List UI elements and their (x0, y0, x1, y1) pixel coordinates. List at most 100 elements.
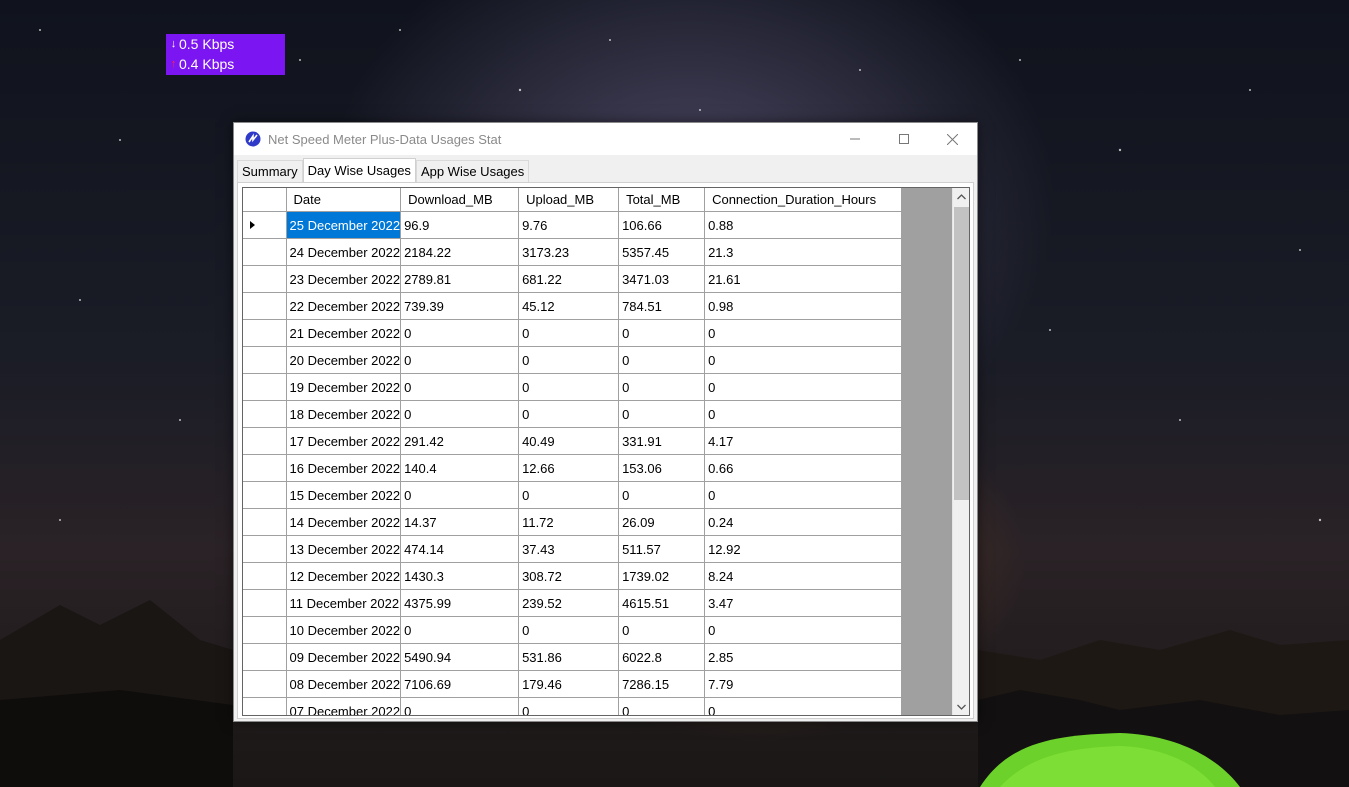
row-header[interactable] (243, 589, 287, 617)
cell-date[interactable]: 16 December 2022 (285, 454, 402, 482)
cell-upload[interactable]: 0 (518, 481, 620, 509)
cell-total[interactable]: 26.09 (618, 508, 706, 536)
scroll-thumb[interactable] (954, 207, 969, 500)
cell-duration[interactable]: 0 (704, 373, 903, 401)
table-row[interactable]: 15 December 2022 0 0 0 0 (243, 481, 903, 509)
table-row[interactable]: 11 December 2022 4375.99 239.52 4615.51 3.47 (243, 589, 903, 617)
cell-duration[interactable]: 0 (704, 319, 903, 347)
row-header[interactable] (243, 427, 287, 455)
cell-total[interactable]: 3471.03 (618, 265, 706, 293)
cell-download[interactable]: 0 (400, 697, 520, 715)
cell-date[interactable]: 08 December 2022 (285, 670, 402, 698)
cell-upload[interactable]: 45.12 (518, 292, 620, 320)
row-header[interactable] (243, 508, 287, 536)
row-header[interactable] (243, 400, 287, 428)
cell-total[interactable]: 0 (618, 400, 706, 428)
cell-upload[interactable]: 681.22 (518, 265, 620, 293)
net-speed-widget[interactable]: ↓ 0.5 Kbps ↑ 0.4 Kbps (166, 34, 285, 75)
row-header-corner[interactable] (243, 188, 287, 212)
cell-date[interactable]: 25 December 2022 (285, 211, 402, 239)
row-header[interactable] (243, 211, 287, 239)
cell-date[interactable]: 24 December 2022 (285, 238, 402, 266)
cell-download[interactable]: 0 (400, 481, 520, 509)
table-row[interactable]: 14 December 2022 14.37 11.72 26.09 0.24 (243, 508, 903, 536)
scroll-up-button[interactable] (953, 188, 969, 205)
table-row[interactable]: 08 December 2022 7106.69 179.46 7286.15 7.79 (243, 670, 903, 698)
cell-duration[interactable]: 0 (704, 346, 903, 374)
cell-total[interactable]: 106.66 (618, 211, 706, 239)
cell-upload[interactable]: 11.72 (518, 508, 620, 536)
table-row[interactable]: 22 December 2022 739.39 45.12 784.51 0.98 (243, 292, 903, 320)
cell-duration[interactable]: 0 (704, 697, 903, 715)
cell-download[interactable]: 7106.69 (400, 670, 520, 698)
cell-duration[interactable]: 7.79 (704, 670, 903, 698)
row-header[interactable] (243, 562, 287, 590)
table-row[interactable]: 12 December 2022 1430.3 308.72 1739.02 8.24 (243, 562, 903, 590)
cell-upload[interactable]: 0 (518, 400, 620, 428)
row-header[interactable] (243, 616, 287, 644)
row-header[interactable] (243, 238, 287, 266)
table-row[interactable]: 16 December 2022 140.4 12.66 153.06 0.66 (243, 454, 903, 482)
maximize-button[interactable] (879, 123, 928, 155)
cell-total[interactable]: 511.57 (618, 535, 706, 563)
table-row[interactable]: 20 December 2022 0 0 0 0 (243, 346, 903, 374)
cell-total[interactable]: 331.91 (618, 427, 706, 455)
cell-upload[interactable]: 9.76 (518, 211, 620, 239)
cell-download[interactable]: 0 (400, 319, 520, 347)
cell-download[interactable]: 474.14 (400, 535, 520, 563)
table-row[interactable]: 10 December 2022 0 0 0 0 (243, 616, 903, 644)
cell-date[interactable]: 20 December 2022 (285, 346, 402, 374)
table-row[interactable]: 13 December 2022 474.14 37.43 511.57 12.92 (243, 535, 903, 563)
cell-download[interactable]: 2184.22 (400, 238, 520, 266)
cell-duration[interactable]: 4.17 (704, 427, 903, 455)
row-header[interactable] (243, 643, 287, 671)
cell-date[interactable]: 14 December 2022 (285, 508, 402, 536)
cell-upload[interactable]: 40.49 (518, 427, 620, 455)
cell-upload[interactable]: 3173.23 (518, 238, 620, 266)
table-row[interactable]: 25 December 2022 96.9 9.76 106.66 0.88 (243, 211, 903, 239)
table-row[interactable]: 09 December 2022 5490.94 531.86 6022.8 2.85 (243, 643, 903, 671)
usage-data-grid[interactable]: Date Download_MB Upload_MB Total_MB Conn… (242, 187, 970, 716)
column-header-duration[interactable]: Connection_Duration_Hours (704, 188, 903, 212)
cell-duration[interactable]: 21.61 (704, 265, 903, 293)
cell-download[interactable]: 0 (400, 346, 520, 374)
row-header[interactable] (243, 454, 287, 482)
cell-duration[interactable]: 0 (704, 616, 903, 644)
cell-upload[interactable]: 12.66 (518, 454, 620, 482)
cell-download[interactable]: 1430.3 (400, 562, 520, 590)
cell-duration[interactable]: 0 (704, 481, 903, 509)
cell-total[interactable]: 1739.02 (618, 562, 706, 590)
vertical-scrollbar[interactable] (952, 188, 969, 715)
table-row[interactable]: 19 December 2022 0 0 0 0 (243, 373, 903, 401)
cell-total[interactable]: 4615.51 (618, 589, 706, 617)
cell-date[interactable]: 10 December 2022 (285, 616, 402, 644)
scroll-down-button[interactable] (953, 698, 969, 715)
cell-download[interactable]: 14.37 (400, 508, 520, 536)
cell-total[interactable]: 0 (618, 616, 706, 644)
row-header[interactable] (243, 292, 287, 320)
table-row[interactable]: 24 December 2022 2184.22 3173.23 5357.45 21.… (243, 238, 903, 266)
cell-date[interactable]: 13 December 2022 (285, 535, 402, 563)
row-header[interactable] (243, 319, 287, 347)
cell-duration[interactable]: 21.3 (704, 238, 903, 266)
tab-summary[interactable]: Summary (237, 160, 303, 182)
column-header-download[interactable]: Download_MB (400, 188, 520, 212)
cell-upload[interactable]: 0 (518, 346, 620, 374)
row-header[interactable] (243, 373, 287, 401)
cell-upload[interactable]: 179.46 (518, 670, 620, 698)
cell-total[interactable]: 153.06 (618, 454, 706, 482)
tab-day-wise-usages[interactable]: Day Wise Usages (302, 158, 416, 183)
cell-total[interactable]: 5357.45 (618, 238, 706, 266)
cell-download[interactable]: 4375.99 (400, 589, 520, 617)
cell-duration[interactable]: 0.98 (704, 292, 903, 320)
cell-date[interactable]: 23 December 2022 (285, 265, 402, 293)
row-header[interactable] (243, 697, 287, 715)
table-row[interactable]: 18 December 2022 0 0 0 0 (243, 400, 903, 428)
table-row[interactable]: 23 December 2022 2789.81 681.22 3471.03 21.6… (243, 265, 903, 293)
cell-total[interactable]: 0 (618, 373, 706, 401)
cell-total[interactable]: 7286.15 (618, 670, 706, 698)
tab-app-wise-usages[interactable]: App Wise Usages (415, 160, 530, 182)
column-header-upload[interactable]: Upload_MB (518, 188, 620, 212)
cell-date[interactable]: 12 December 2022 (285, 562, 402, 590)
cell-date[interactable]: 09 December 2022 (285, 643, 402, 671)
